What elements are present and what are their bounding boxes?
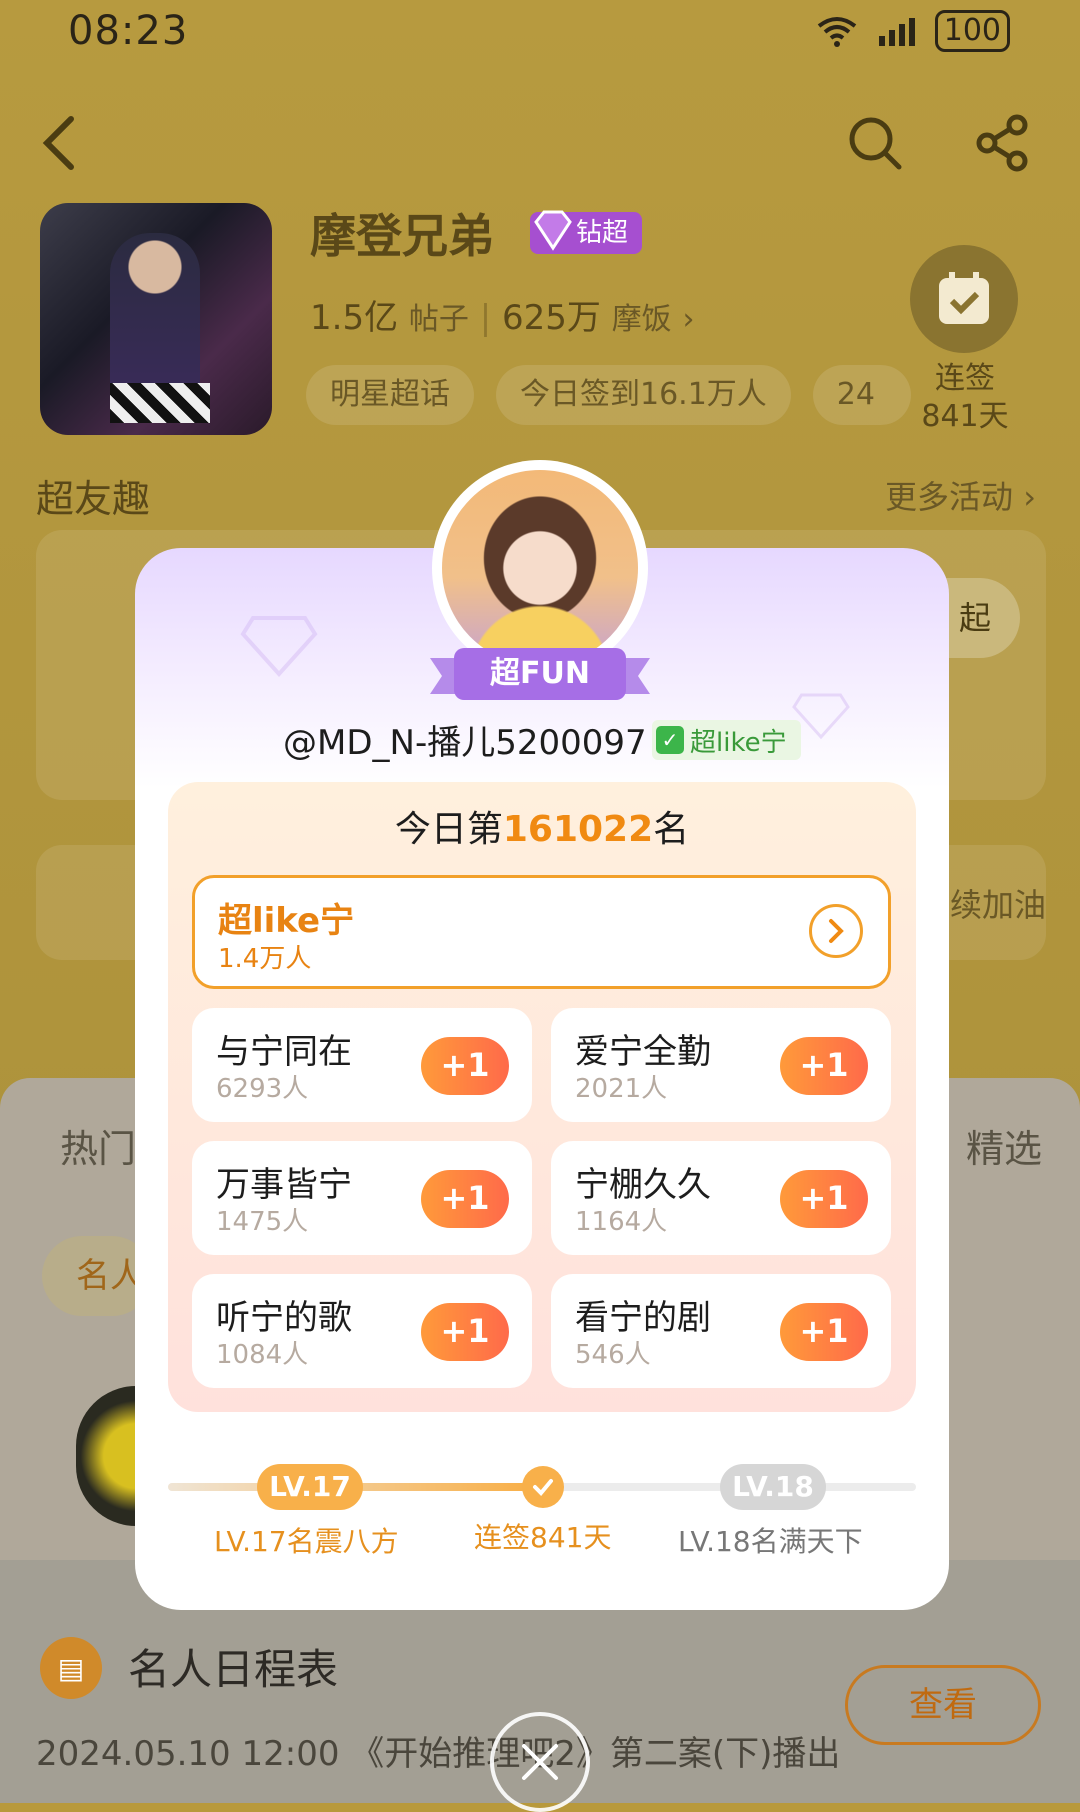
tag-pills: 明星超话 今日签到16.1万人 24	[306, 365, 911, 425]
posts-value: 1.5亿	[310, 298, 399, 338]
group-item-count: 1084人	[216, 1340, 309, 1370]
user-tag-label: 超like宁	[690, 727, 787, 758]
diamond-icon	[534, 210, 572, 251]
tag-today-signin[interactable]: 今日签到16.1万人	[496, 365, 791, 425]
chevron-right-icon	[829, 919, 844, 943]
group-item-label: 万事皆宁	[216, 1165, 352, 1205]
diamond-decoration-icon	[240, 616, 318, 677]
next-level-label: LV.18名满天下	[678, 1525, 863, 1558]
top-bar	[0, 100, 1080, 190]
rank-number: 161022	[502, 809, 654, 850]
current-level-badge: LV.17	[257, 1464, 363, 1510]
share-button[interactable]	[968, 108, 1038, 178]
group-item-label: 宁棚久久	[575, 1165, 711, 1205]
group-item-count: 546人	[575, 1340, 651, 1370]
group-item-count: 1164人	[575, 1207, 668, 1237]
group-item-count: 2021人	[575, 1074, 668, 1104]
group-item-label: 听宁的歌	[216, 1298, 352, 1338]
group-item-label: 爱宁全勤	[575, 1032, 711, 1072]
tab-featured[interactable]: 精选	[966, 1118, 1042, 1173]
schedule-title: 名人日程表	[128, 1645, 339, 1694]
streak-check-icon	[522, 1466, 564, 1508]
wifi-icon	[817, 17, 856, 47]
user-tag: ✓ 超like宁	[652, 720, 801, 760]
username: @MD_N-播儿5200097	[283, 723, 647, 763]
signin-days: 841天	[921, 399, 1009, 434]
current-level-label: LV.17名震八方	[214, 1525, 399, 1558]
tab-hot[interactable]: 热门	[60, 1118, 136, 1173]
search-icon	[849, 117, 902, 170]
post-prompt-text: 续加油	[950, 886, 1047, 924]
community-cover-image	[40, 203, 272, 435]
section-title: 超友趣	[36, 477, 151, 521]
calendar-check-icon	[939, 272, 989, 324]
plus-one-button[interactable]: +1	[421, 1303, 509, 1361]
close-modal-button[interactable]	[490, 1712, 590, 1812]
plus-one-button[interactable]: +1	[421, 1170, 509, 1228]
share-icon	[976, 114, 1028, 172]
back-button[interactable]	[24, 108, 94, 178]
chevron-right-icon: ›	[682, 302, 695, 337]
daily-rank: 今日第161022名	[394, 809, 690, 850]
tag-more[interactable]: 24	[812, 365, 911, 425]
signin-label: 连签	[935, 361, 995, 396]
group-item-count: 1475人	[216, 1207, 309, 1237]
plus-one-button[interactable]: +1	[780, 1170, 868, 1228]
streak-label: 连签841天	[474, 1521, 612, 1554]
status-bar: 08:23 100	[0, 0, 1080, 60]
posts-label: 帖子	[408, 302, 469, 337]
group-item-label: 看宁的剧	[575, 1298, 711, 1338]
signin-button[interactable]	[910, 245, 1018, 353]
fans-value: 625万	[501, 298, 601, 338]
schedule-text: 2024.05.10 12:00 《开始推理吧2》第二案(下)播出	[36, 1734, 841, 1774]
tag-star-topic[interactable]: 明星超话	[306, 365, 474, 425]
schedule-icon: ▤	[40, 1637, 102, 1699]
main-group-label: 超like宁	[218, 901, 355, 941]
main-group-count: 1.4万人	[218, 944, 312, 974]
battery-indicator: 100	[934, 10, 1010, 52]
group-item-count: 6293人	[216, 1074, 309, 1104]
close-icon	[522, 1744, 558, 1780]
group-item-label: 与宁同在	[216, 1032, 352, 1072]
community-stats: 1.5亿 帖子 | 625万 摩饭 ›	[310, 298, 695, 338]
plus-one-button[interactable]: +1	[780, 1303, 868, 1361]
more-activities-link[interactable]: 更多活动 ›	[885, 472, 1036, 518]
next-level-badge: LV.18	[720, 1464, 826, 1510]
fans-label[interactable]: 摩饭	[612, 302, 672, 337]
plus-one-button[interactable]: +1	[780, 1037, 868, 1095]
search-button[interactable]	[840, 108, 910, 178]
fun-badge-text: 超FUN	[490, 656, 590, 691]
main-group-arrow-button[interactable]	[809, 904, 863, 958]
back-arrow-icon	[42, 116, 74, 170]
status-icons: 100	[815, 10, 1010, 52]
user-avatar	[442, 470, 638, 666]
community-name: 摩登兄弟	[310, 209, 494, 263]
signal-icon	[878, 18, 915, 46]
status-time: 08:23	[68, 8, 189, 54]
plus-one-button[interactable]: +1	[421, 1037, 509, 1095]
view-schedule-button[interactable]: 查看	[845, 1665, 1041, 1745]
check-icon: ✓	[656, 726, 684, 754]
signin-streak: 连签 841天	[900, 360, 1030, 436]
